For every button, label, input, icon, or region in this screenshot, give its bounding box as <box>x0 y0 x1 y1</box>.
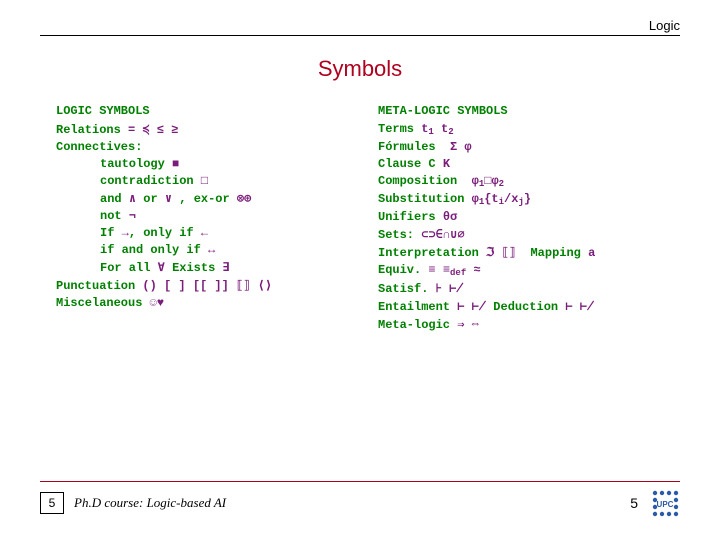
subst-expr: φ1{ti/xj} <box>472 192 531 206</box>
symbols: () [ ] [[ ]] ⟦⟧ ⟨⟩ <box>142 279 272 293</box>
symbols: □ <box>201 174 208 188</box>
label: Connectives: <box>56 140 142 154</box>
row-terms: Terms t1 t2 <box>378 122 680 137</box>
course-title: Ph.D course: Logic-based AI <box>74 495 226 511</box>
row-unifiers: Unifiers θσ <box>378 210 680 224</box>
label: Satisf. <box>378 282 428 296</box>
row-interpretation: Interpretation ℑ ⟦⟧ Mapping a <box>378 245 680 260</box>
symbols: ↔ <box>208 243 215 257</box>
symbols: ¬ <box>129 209 136 223</box>
label: Unifiers <box>378 210 436 224</box>
symbols: ⊦ ⊬ <box>436 282 464 296</box>
label-deduction: Deduction <box>493 300 558 314</box>
label: tautology <box>100 157 165 171</box>
page-number-box: 5 <box>40 492 64 514</box>
comp-expr: φ1□φ2 <box>472 174 504 188</box>
label: Interpretation <box>378 246 479 260</box>
row-composition: Composition φ1□φ2 <box>378 174 680 189</box>
label: Substitution <box>378 192 464 206</box>
right-heading: META-LOGIC SYMBOLS <box>378 104 680 118</box>
term1: t1 <box>421 122 434 136</box>
row-quantifiers: For all ∀ Exists ∃ <box>100 260 358 275</box>
left-column: LOGIC SYMBOLS Relations = ≼ ≤ ≥ Connecti… <box>56 100 368 335</box>
symbols: K <box>443 157 450 171</box>
row-tautology: tautology ■ <box>100 157 358 171</box>
symbols: ℑ ⟦⟧ <box>486 246 516 260</box>
symbols: θσ <box>443 210 457 224</box>
label-or: or <box>143 192 157 206</box>
footer-bar: 5 Ph.D course: Logic-based AI 5 UPC <box>40 481 680 518</box>
symbols: ⊂⊃∈∩∪∅ <box>421 228 464 242</box>
page-number-right: 5 <box>630 495 638 511</box>
label-exor: , ex-or <box>179 192 229 206</box>
sym-and: ∧ <box>129 192 136 206</box>
symbols: ■ <box>172 157 179 171</box>
label: Relations <box>56 123 121 137</box>
sym-exists: ∃ <box>222 261 229 275</box>
label-forall: For all <box>100 261 150 275</box>
label-exists: Exists <box>172 261 215 275</box>
right-column: META-LOGIC SYMBOLS Terms t1 t2 Fórmules … <box>368 100 680 335</box>
term2: t2 <box>441 122 454 136</box>
row-metalogic: Meta-logic ⇒ ⇔ <box>378 317 680 332</box>
sym-or: ∨ <box>165 192 172 206</box>
sym-onlyif: ← <box>201 226 208 240</box>
header-bar: Logic <box>40 18 680 36</box>
sym-deduction: ⊢ ⊬ <box>565 300 594 314</box>
row-entailment: Entailment ⊢ ⊬ Deduction ⊢ ⊬ <box>378 299 680 314</box>
row-substitution: Substitution φ1{ti/xj} <box>378 192 680 207</box>
row-not: not ¬ <box>100 209 358 223</box>
sym-if: → <box>122 226 129 240</box>
row-connectives: Connectives: <box>56 140 358 154</box>
row-relations: Relations = ≼ ≤ ≥ <box>56 122 358 137</box>
label: Equiv. <box>378 263 421 277</box>
label: Terms <box>378 122 414 136</box>
row-clause: Clause C K <box>378 157 680 171</box>
label-and: and <box>100 192 122 206</box>
label: Fórmules <box>378 140 436 154</box>
label: Clause C <box>378 157 436 171</box>
label: Composition <box>378 174 457 188</box>
row-contradiction: contradiction □ <box>100 174 358 188</box>
sym-forall: ∀ <box>158 261 165 275</box>
symbols: ☺♥ <box>150 296 164 310</box>
symbols: ⇒ ⇔ <box>457 318 479 332</box>
content-columns: LOGIC SYMBOLS Relations = ≼ ≤ ≥ Connecti… <box>56 100 680 335</box>
row-satisf: Satisf. ⊦ ⊬ <box>378 281 680 296</box>
label: Sets: <box>378 228 414 242</box>
slide-title: Symbols <box>0 56 720 82</box>
left-heading: LOGIC SYMBOLS <box>56 104 358 118</box>
row-sets: Sets: ⊂⊃∈∩∪∅ <box>378 227 680 242</box>
page-number-left: 5 <box>49 496 56 510</box>
row-and-or: and ∧ or ∨ , ex-or ⊗⊕ <box>100 191 358 206</box>
label: Punctuation <box>56 279 135 293</box>
sym-mapping: a <box>588 246 595 260</box>
row-punctuation: Punctuation () [ ] [[ ]] ⟦⟧ ⟨⟩ <box>56 278 358 293</box>
row-misc: Miscelaneous ☺♥ <box>56 296 358 310</box>
equiv-sym: ≡ ≡def ≈ <box>428 263 480 277</box>
row-equiv: Equiv. ≡ ≡def ≈ <box>378 263 680 278</box>
row-formules: Fórmules Σ φ <box>378 140 680 154</box>
symbols: = ≼ ≤ ≥ <box>128 123 178 137</box>
sym-entail: ⊢ ⊬ <box>457 300 486 314</box>
sym-exor: ⊗⊕ <box>237 192 251 206</box>
label: contradiction <box>100 174 194 188</box>
label: Meta-logic <box>378 318 450 332</box>
label: Miscelaneous <box>56 296 142 310</box>
symbols: Σ φ <box>450 140 472 154</box>
label-onlyif: , only if <box>129 226 194 240</box>
svg-text:UPC: UPC <box>657 500 674 509</box>
header-topic: Logic <box>649 18 680 33</box>
label: not <box>100 209 122 223</box>
label: Entailment <box>378 300 450 314</box>
label: if and only if <box>100 243 201 257</box>
row-iff: if and only if ↔ <box>100 243 358 257</box>
label-if: If <box>100 226 114 240</box>
upc-logo-icon: UPC <box>650 488 680 518</box>
row-if: If →, only if ← <box>100 226 358 240</box>
label-mapping: Mapping <box>530 246 580 260</box>
